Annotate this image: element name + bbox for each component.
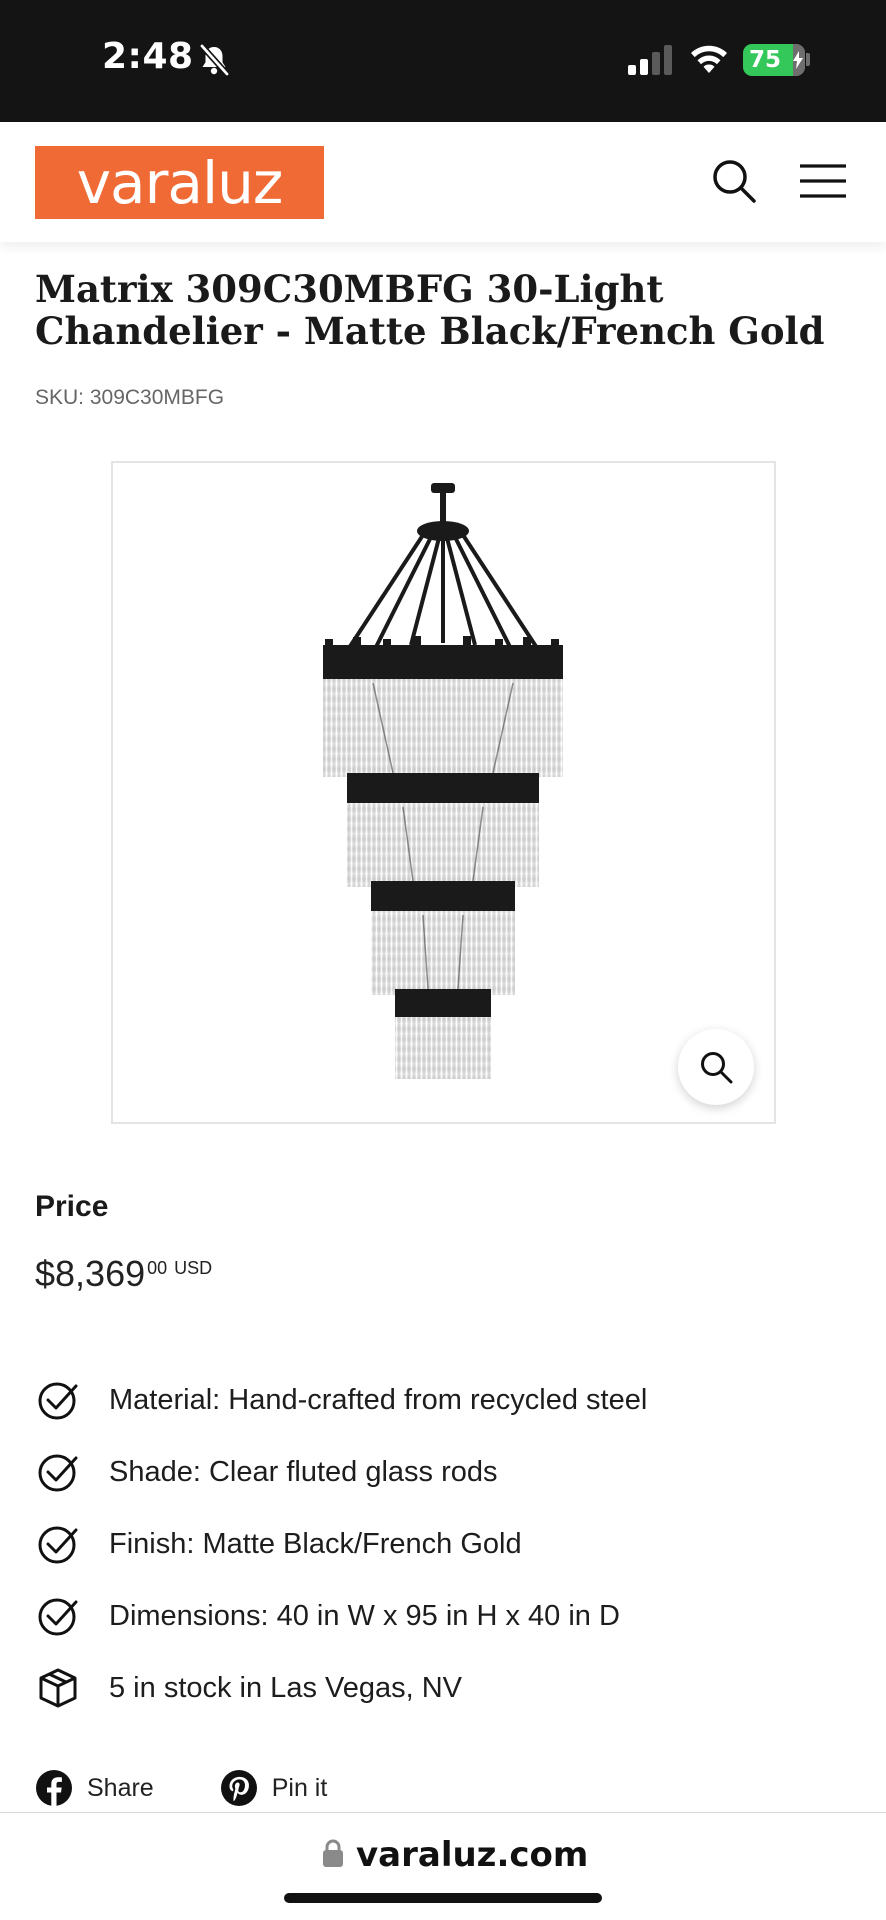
browser-address-bar[interactable]: varaluz.com [0, 1812, 886, 1920]
check-circle-icon [38, 1454, 78, 1492]
site-header: varaluz [0, 122, 886, 242]
product-title: Matrix 309C30MBFG 30-Light Chandelier - … [35, 267, 825, 353]
url-text: varaluz.com [356, 1835, 589, 1875]
wifi-icon [691, 45, 727, 73]
feature-text: Material: Hand-crafted from recycled ste… [109, 1383, 648, 1416]
share-row: Share Pin it [35, 1766, 393, 1810]
search-icon[interactable] [710, 157, 758, 205]
feature-text: Dimensions: 40 in W x 95 in H x 40 in D [109, 1599, 620, 1632]
stock-text: 5 in stock in Las Vegas, NV [109, 1671, 463, 1704]
facebook-icon [36, 1770, 72, 1807]
magnifier-icon [701, 1052, 733, 1084]
facebook-share-label: Share [87, 1773, 154, 1802]
feature-item: Material: Hand-crafted from recycled ste… [35, 1364, 865, 1436]
lock-icon [323, 1839, 343, 1867]
check-circle-icon [38, 1382, 78, 1420]
pinterest-icon [220, 1770, 257, 1806]
logo-text: varaluz [76, 148, 284, 217]
feature-item: Finish: Matte Black/French Gold [35, 1508, 865, 1580]
cellular-signal-icon [628, 45, 672, 75]
price-cents: 00 [147, 1258, 168, 1278]
price-currency: USD [174, 1258, 213, 1278]
battery-indicator: 75 [743, 44, 805, 76]
price-amount: $8,369 [35, 1253, 146, 1294]
facebook-share-link[interactable]: Share [35, 1769, 154, 1807]
zoom-image-button[interactable] [678, 1029, 754, 1105]
chandelier-image [323, 483, 563, 1079]
product-sku: SKU: 309C30MBFG [35, 386, 225, 409]
product-image[interactable] [111, 461, 776, 1124]
feature-text: Finish: Matte Black/French Gold [109, 1527, 522, 1560]
hamburger-menu-icon[interactable] [798, 162, 848, 200]
battery-level: 75 [749, 47, 782, 73]
charging-bolt-icon [793, 51, 803, 69]
brand-logo[interactable]: varaluz [35, 146, 324, 219]
product-price: $8,369 00 USD [35, 1254, 212, 1294]
feature-list: Material: Hand-crafted from recycled ste… [35, 1364, 865, 1724]
feature-item: Dimensions: 40 in W x 95 in H x 40 in D [35, 1580, 865, 1652]
bell-slash-icon [199, 44, 230, 76]
box-icon [39, 1668, 77, 1708]
stock-item: 5 in stock in Las Vegas, NV [35, 1652, 865, 1724]
pinterest-share-label: Pin it [271, 1773, 328, 1802]
status-bar: 2:48 75 [0, 0, 886, 122]
check-circle-icon [38, 1598, 78, 1636]
feature-item: Shade: Clear fluted glass rods [35, 1436, 865, 1508]
home-indicator[interactable] [284, 1893, 602, 1903]
check-circle-icon [38, 1526, 78, 1564]
feature-text: Shade: Clear fluted glass rods [109, 1455, 498, 1488]
pinterest-share-link[interactable]: Pin it [220, 1769, 328, 1807]
status-time: 2:48 [102, 36, 194, 77]
battery-cap [806, 53, 810, 66]
price-label: Price [35, 1190, 109, 1223]
